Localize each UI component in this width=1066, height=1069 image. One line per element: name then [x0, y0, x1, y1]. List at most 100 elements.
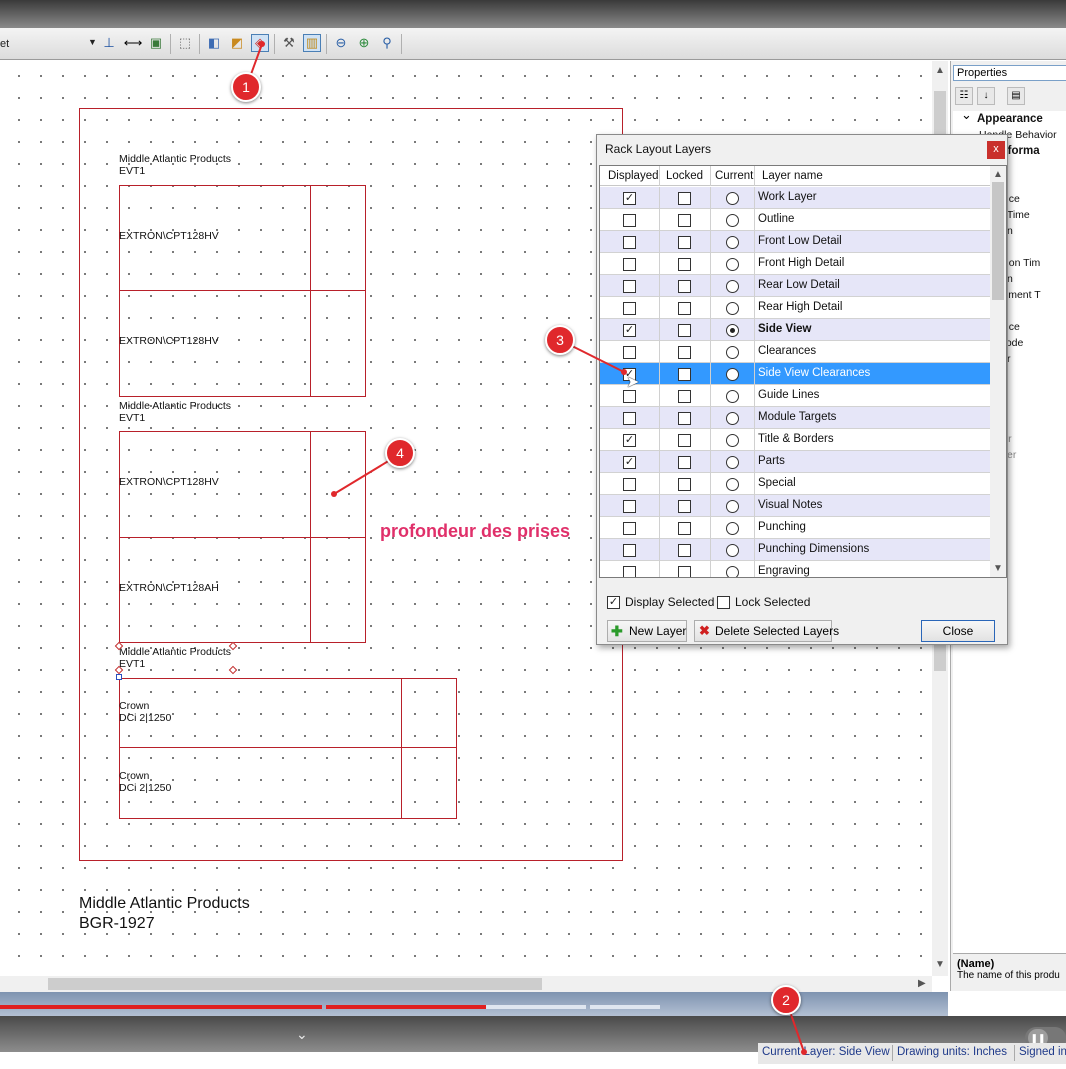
- layer-row[interactable]: ✓ Side View Clearances: [600, 363, 990, 385]
- hammer-icon[interactable]: ⚒: [280, 34, 298, 52]
- layer-row[interactable]: Rear Low Detail: [600, 275, 990, 297]
- video-progress-bar[interactable]: [0, 992, 948, 1016]
- layer-row[interactable]: Module Targets: [600, 407, 990, 429]
- displayed-checkbox[interactable]: [623, 258, 636, 271]
- layers-icon[interactable]: ◈: [251, 34, 269, 52]
- locked-checkbox[interactable]: [678, 258, 691, 271]
- column-header-locked[interactable]: Locked: [666, 170, 703, 182]
- layer-row[interactable]: Special: [600, 473, 990, 495]
- displayed-checkbox[interactable]: [623, 214, 636, 227]
- layer-row[interactable]: Engraving: [600, 561, 990, 577]
- current-radio[interactable]: [726, 478, 739, 491]
- displayed-checkbox[interactable]: [623, 522, 636, 535]
- scroll-thumb[interactable]: [48, 978, 542, 990]
- current-radio[interactable]: [726, 324, 739, 337]
- chevron-down-icon[interactable]: ⌄: [296, 1026, 308, 1043]
- current-radio[interactable]: [726, 236, 739, 249]
- displayed-checkbox[interactable]: [623, 346, 636, 359]
- delete-selected-layers-button[interactable]: ✖ Delete Selected Layers: [694, 620, 839, 642]
- current-radio[interactable]: [726, 302, 739, 315]
- select-icon[interactable]: ⬚: [176, 34, 194, 52]
- layer-row[interactable]: ✓ Parts: [600, 451, 990, 473]
- layer-row[interactable]: Punching Dimensions: [600, 539, 990, 561]
- chevron-right-icon[interactable]: ▶: [918, 978, 926, 989]
- locked-checkbox[interactable]: [678, 522, 691, 535]
- chevron-down-icon[interactable]: ▼: [993, 563, 1003, 574]
- chevron-down-icon[interactable]: ▼: [88, 37, 97, 47]
- layer-row[interactable]: Front High Detail: [600, 253, 990, 275]
- frame-icon[interactable]: ▥: [303, 34, 321, 52]
- locked-checkbox[interactable]: [678, 302, 691, 315]
- column-header-displayed[interactable]: Displayed: [608, 170, 659, 182]
- current-radio[interactable]: [726, 390, 739, 403]
- column-header-layer-name[interactable]: Layer name: [762, 170, 823, 182]
- rack3-frame[interactable]: [119, 678, 457, 819]
- current-radio[interactable]: [726, 566, 739, 577]
- current-radio[interactable]: [726, 280, 739, 293]
- current-radio[interactable]: [726, 434, 739, 447]
- layer-row[interactable]: Punching: [600, 517, 990, 539]
- rack-front-icon[interactable]: ◧: [205, 34, 223, 52]
- current-radio[interactable]: [726, 456, 739, 469]
- checkbox[interactable]: [717, 596, 730, 609]
- sort-alpha-icon[interactable]: ↓: [977, 87, 995, 105]
- current-radio[interactable]: [726, 346, 739, 359]
- displayed-checkbox[interactable]: ✓: [623, 324, 636, 337]
- current-radio[interactable]: [726, 500, 739, 513]
- current-radio[interactable]: [726, 192, 739, 205]
- zoom-in-icon[interactable]: ⊕: [355, 34, 373, 52]
- displayed-checkbox[interactable]: [623, 478, 636, 491]
- rack-3d-icon[interactable]: ◩: [228, 34, 246, 52]
- new-layer-button[interactable]: ✚ New Layer: [607, 620, 687, 642]
- locked-checkbox[interactable]: [678, 280, 691, 293]
- layer-row[interactable]: Rear High Detail: [600, 297, 990, 319]
- close-button[interactable]: Close: [921, 620, 995, 642]
- categorized-icon[interactable]: ☷: [955, 87, 973, 105]
- property-pages-icon[interactable]: ▤: [1007, 87, 1025, 105]
- current-radio[interactable]: [726, 412, 739, 425]
- locked-checkbox[interactable]: [678, 390, 691, 403]
- scroll-thumb[interactable]: [992, 182, 1004, 300]
- current-radio[interactable]: [726, 368, 739, 381]
- layers-list-scrollbar[interactable]: ▲ ▼: [990, 166, 1006, 577]
- current-radio[interactable]: [726, 258, 739, 271]
- locked-checkbox[interactable]: [678, 434, 691, 447]
- displayed-checkbox[interactable]: ✓: [623, 434, 636, 447]
- zoom-icon[interactable]: ⚲: [378, 34, 396, 52]
- snap-icon[interactable]: ⊥: [100, 34, 118, 52]
- locked-checkbox[interactable]: [678, 214, 691, 227]
- layer-row[interactable]: Outline: [600, 209, 990, 231]
- zoom-out-icon[interactable]: ⊖: [332, 34, 350, 52]
- displayed-checkbox[interactable]: [623, 412, 636, 425]
- rack1-frame[interactable]: [119, 185, 366, 397]
- layer-row[interactable]: Visual Notes: [600, 495, 990, 517]
- current-radio[interactable]: [726, 214, 739, 227]
- selection-handle[interactable]: [116, 674, 122, 680]
- locked-checkbox[interactable]: [678, 456, 691, 469]
- column-header-current[interactable]: Current: [715, 170, 753, 182]
- locked-checkbox[interactable]: [678, 346, 691, 359]
- layer-row[interactable]: Front Low Detail: [600, 231, 990, 253]
- close-icon[interactable]: x: [987, 141, 1005, 159]
- displayed-checkbox[interactable]: [623, 302, 636, 315]
- chevron-up-icon[interactable]: ▲: [993, 169, 1003, 180]
- layer-row[interactable]: ✓ Work Layer: [600, 187, 990, 209]
- displayed-checkbox[interactable]: [623, 236, 636, 249]
- locked-checkbox[interactable]: [678, 192, 691, 205]
- layer-row[interactable]: Clearances: [600, 341, 990, 363]
- locked-checkbox[interactable]: [678, 478, 691, 491]
- chevron-up-icon[interactable]: ▲: [935, 65, 945, 76]
- dimension-icon[interactable]: ⟷: [124, 34, 143, 52]
- image-icon[interactable]: ▣: [147, 34, 165, 52]
- displayed-checkbox[interactable]: [623, 500, 636, 513]
- current-radio[interactable]: [726, 522, 739, 535]
- layers-list[interactable]: Displayed Locked Current Layer name ✓ Wor…: [599, 165, 1007, 578]
- current-radio[interactable]: [726, 544, 739, 557]
- displayed-checkbox[interactable]: [623, 544, 636, 557]
- locked-checkbox[interactable]: [678, 368, 691, 381]
- layer-row[interactable]: ✓ Side View: [600, 319, 990, 341]
- layer-row[interactable]: Guide Lines: [600, 385, 990, 407]
- locked-checkbox[interactable]: [678, 566, 691, 577]
- displayed-checkbox[interactable]: ✓: [623, 456, 636, 469]
- displayed-checkbox[interactable]: [623, 280, 636, 293]
